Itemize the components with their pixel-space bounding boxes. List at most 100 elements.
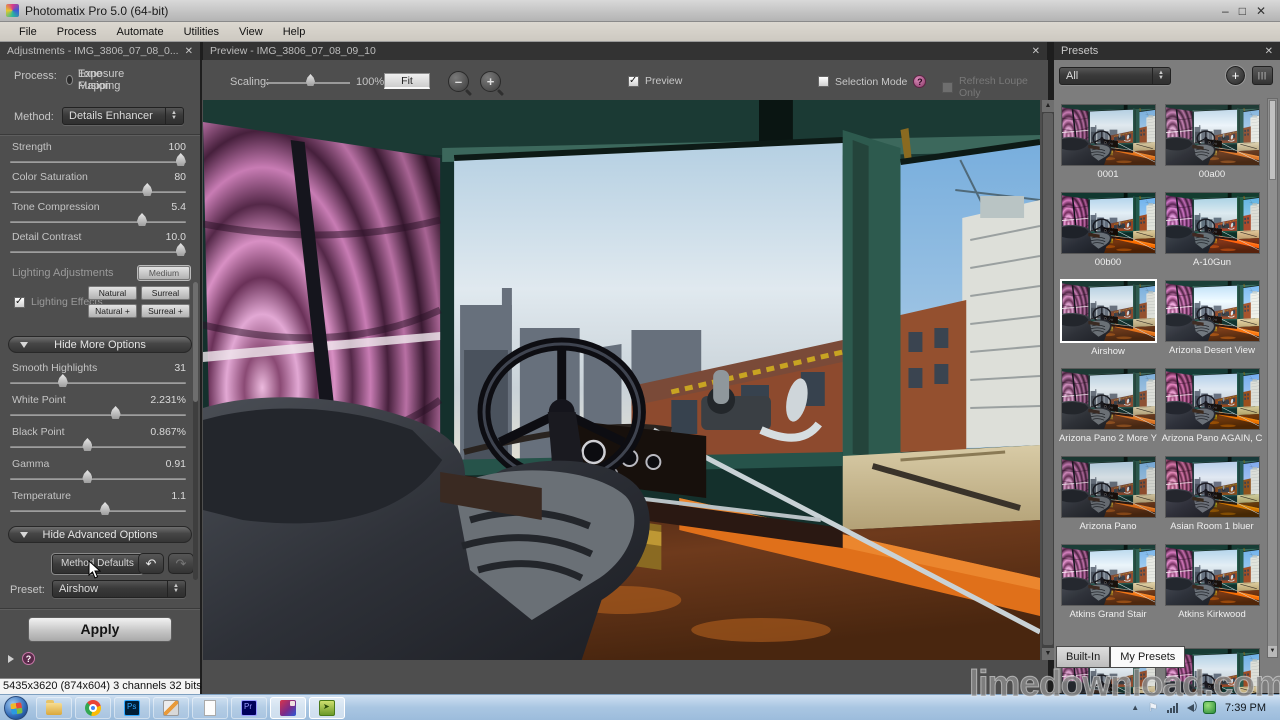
preview-checkbox[interactable]: Preview: [628, 75, 682, 87]
close-icon[interactable]: ✕: [1265, 46, 1273, 57]
slider-thumb[interactable]: [142, 183, 152, 196]
presets-filter-dropdown[interactable]: All ▲▼: [1059, 67, 1171, 85]
refresh-loupe-checkbox[interactable]: Refresh Loupe Only: [942, 75, 1048, 99]
tab-close-icon[interactable]: ✕: [185, 46, 193, 57]
preset-name: A-10Gun: [1160, 257, 1264, 268]
apply-button[interactable]: Apply: [28, 617, 172, 642]
redo-button[interactable]: ↷: [168, 553, 194, 574]
taskbar-app-button[interactable]: [153, 697, 189, 719]
slider-track[interactable]: [10, 161, 186, 163]
slider-track[interactable]: [10, 382, 186, 384]
minimize-icon[interactable]: –: [1222, 4, 1229, 18]
taskbar-app-button[interactable]: [192, 697, 228, 719]
scroll-down-icon[interactable]: ▼: [1042, 648, 1054, 660]
menu-bar: FileProcessAutomateUtilitiesViewHelp: [0, 22, 1280, 42]
scaling-slider-thumb[interactable]: [306, 74, 315, 86]
menu-item[interactable]: Help: [274, 24, 315, 40]
preset-name: Airshow: [1056, 346, 1160, 357]
slider-thumb[interactable]: [176, 243, 186, 256]
adjustments-panel: Process: Tone Mapping Exposure Fusion Me…: [0, 60, 200, 678]
taskbar-app-button[interactable]: [75, 697, 111, 719]
taskbar-app-button[interactable]: [114, 697, 150, 719]
slider-track[interactable]: [10, 251, 186, 253]
preset-image: [1061, 456, 1156, 518]
method-dropdown[interactable]: Details Enhancer ▲▼: [62, 107, 184, 125]
preset-thumbnail[interactable]: 0001: [1056, 98, 1160, 186]
preset-thumbnail[interactable]: A-10Gun: [1160, 186, 1264, 274]
preset-thumbnail[interactable]: Arizona Pano: [1056, 450, 1160, 538]
preset-thumbnail[interactable]: Arizona Desert View: [1160, 274, 1264, 362]
tab-preview-label: Preview - IMG_3806_07_08_09_10: [210, 45, 376, 57]
preset-thumbnail[interactable]: Airshow: [1056, 274, 1160, 362]
lighting-adjustments-label: Lighting Adjustments: [12, 267, 114, 279]
slider-thumb[interactable]: [82, 470, 92, 483]
slider-track[interactable]: [10, 221, 186, 223]
taskbar-app-button[interactable]: [231, 697, 267, 719]
menu-item[interactable]: View: [230, 24, 272, 40]
spinner-icon: ▲▼: [167, 581, 179, 597]
preview-pane: Scaling: 100% Fit – + Preview Selection …: [202, 60, 1048, 694]
slider-thumb[interactable]: [137, 213, 147, 226]
slider-thumb[interactable]: [100, 502, 110, 515]
preset-thumbnail[interactable]: 00a00: [1160, 98, 1264, 186]
close-icon[interactable]: ✕: [1256, 4, 1266, 18]
preset-name: 00b00: [1056, 257, 1160, 268]
slider-thumb[interactable]: [176, 153, 186, 166]
preset-thumbnail[interactable]: Arizona Pano AGAIN, C: [1160, 362, 1264, 450]
preset-thumbnail[interactable]: Atkins Kirkwood: [1160, 538, 1264, 626]
preview-vertical-scrollbar[interactable]: ▲ ▼: [1042, 100, 1054, 660]
tab-close-icon[interactable]: ✕: [1032, 46, 1040, 57]
view-options-icon[interactable]: |||: [1252, 66, 1273, 85]
slider-row: Smooth Highlights 31: [10, 361, 186, 393]
zoom-in-icon[interactable]: +: [480, 71, 501, 92]
undo-button[interactable]: ↶: [138, 553, 164, 574]
lighting-effect-button[interactable]: Natural +: [88, 304, 137, 318]
tab-preview[interactable]: Preview - IMG_3806_07_08_09_10 ✕: [203, 42, 1047, 60]
tab-adjustments[interactable]: Adjustments - IMG_3806_07_08_0... ✕: [0, 42, 200, 60]
lighting-effect-button[interactable]: Surreal: [141, 286, 190, 300]
preset-thumbnail[interactable]: Atkins Grand Stair: [1056, 538, 1160, 626]
presets-scrollbar[interactable]: ▼: [1267, 98, 1278, 658]
lighting-medium-button[interactable]: Medium: [138, 266, 190, 280]
scroll-up-icon[interactable]: ▲: [1042, 100, 1054, 112]
preset-thumbnail[interactable]: Arizona Pano 2 More Y: [1056, 362, 1160, 450]
lighting-effect-button[interactable]: Surreal +: [141, 304, 190, 318]
help-icon[interactable]: ?: [913, 75, 926, 88]
maximize-icon[interactable]: □: [1239, 4, 1246, 18]
start-button-icon[interactable]: [4, 696, 28, 720]
menu-item[interactable]: Automate: [107, 24, 172, 40]
taskbar-app-button[interactable]: [36, 697, 72, 719]
scrollbar-thumb[interactable]: [1043, 113, 1053, 645]
slider-track[interactable]: [10, 414, 186, 416]
preview-image[interactable]: [203, 100, 1040, 660]
menu-item[interactable]: File: [10, 24, 46, 40]
menu-item[interactable]: Utilities: [175, 24, 228, 40]
slider-track[interactable]: [10, 510, 186, 512]
slider-thumb[interactable]: [58, 374, 68, 387]
process-radio[interactable]: Exposure Fusion: [66, 68, 127, 92]
slider-thumb[interactable]: [82, 438, 92, 451]
zoom-out-icon[interactable]: –: [448, 71, 469, 92]
menu-item[interactable]: Process: [48, 24, 106, 40]
preset-thumbnail[interactable]: Asian Room 1 bluer: [1160, 450, 1264, 538]
panel-scrollbar[interactable]: [193, 282, 198, 580]
lighting-effect-button[interactable]: Natural: [88, 286, 137, 300]
more-options-toggle[interactable]: Hide More Options: [8, 336, 192, 353]
taskbar-app-button[interactable]: [309, 697, 345, 719]
fit-button[interactable]: Fit: [384, 73, 430, 89]
scrollbar-thumb[interactable]: [1269, 100, 1276, 180]
scroll-down-icon[interactable]: ▼: [1268, 646, 1277, 657]
help-icon[interactable]: ?: [22, 652, 35, 665]
preset-dropdown[interactable]: Airshow ▲▼: [52, 580, 186, 598]
slider-track[interactable]: [10, 446, 186, 448]
taskbar-app-button[interactable]: [270, 697, 306, 719]
expand-arrow-icon[interactable]: [8, 655, 14, 663]
add-preset-icon[interactable]: +: [1226, 66, 1245, 85]
advanced-options-toggle[interactable]: Hide Advanced Options: [8, 526, 192, 543]
presets-header: Presets ✕: [1054, 42, 1280, 60]
slider-track[interactable]: [10, 478, 186, 480]
slider-track[interactable]: [10, 191, 186, 193]
preset-thumbnail[interactable]: 00b00: [1056, 186, 1160, 274]
selection-mode-checkbox[interactable]: Selection Mode ?: [818, 75, 926, 88]
slider-thumb[interactable]: [111, 406, 121, 419]
